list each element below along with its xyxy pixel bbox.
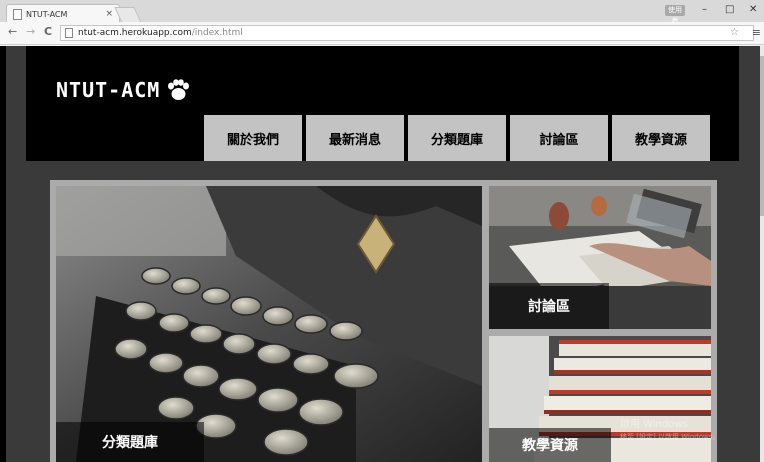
menu-resources[interactable]: 教學資源 (612, 115, 710, 161)
browser-tab[interactable]: NTUT-ACM × (6, 4, 120, 23)
menu-forum[interactable]: 討論區 (510, 115, 608, 161)
menu-problems[interactable]: 分類題庫 (408, 115, 506, 161)
tile-resources-label: 教學資源 (489, 428, 611, 462)
address-bar[interactable]: ntut-acm.herokuapp.com/index.html ☆ (60, 25, 754, 41)
back-icon[interactable]: ← (8, 25, 17, 38)
tile-problems-label: 分類題庫 (56, 422, 204, 462)
site-header: NTUT-ACM 關於我們 最新消息 分類題庫 討論區 教學資源 (26, 46, 739, 161)
page-icon (65, 28, 73, 38)
url-path: /index.html (191, 28, 243, 38)
tab-close-icon[interactable]: × (105, 9, 113, 19)
profile-badge[interactable]: 使用者 (665, 5, 685, 25)
typewriter-image (56, 186, 482, 462)
scrollbar[interactable] (760, 46, 764, 462)
watermark-line2: 移至 [設定] 以啟用 Windows。 (620, 433, 720, 441)
tile-problems[interactable]: 分類題庫 (56, 186, 482, 462)
page-icon (13, 8, 22, 20)
tile-forum[interactable]: 討論區 (489, 186, 711, 329)
menu-about[interactable]: 關於我們 (204, 115, 302, 161)
browser-chrome: NTUT-ACM × 使用者 – □ ✕ ← → C ntut-acm.hero… (0, 0, 764, 46)
maximize-icon[interactable]: □ (725, 4, 734, 15)
reload-icon[interactable]: C (44, 25, 52, 38)
browser-toolbar: ← → C ntut-acm.herokuapp.com/index.html … (0, 22, 764, 45)
forward-icon[interactable]: → (26, 25, 35, 38)
minimize-icon[interactable]: – (702, 4, 707, 15)
windows-activation-watermark: 啟用 Windows 移至 [設定] 以啟用 Windows。 (620, 418, 719, 444)
paw-icon (168, 79, 190, 100)
tile-forum-label: 討論區 (489, 283, 609, 329)
logo-text: NTUT-ACM (56, 78, 161, 102)
browser-menu-icon[interactable]: ≡ (752, 26, 761, 39)
scrollbar-thumb[interactable] (760, 56, 764, 216)
bookmark-star-icon[interactable]: ☆ (730, 26, 739, 40)
site-logo[interactable]: NTUT-ACM (56, 78, 190, 102)
tab-title: NTUT-ACM (26, 9, 68, 19)
close-window-icon[interactable]: ✕ (749, 4, 757, 15)
tab-bar: NTUT-ACM × 使用者 – □ ✕ (0, 0, 764, 25)
url-host: ntut-acm.herokuapp.com (78, 28, 192, 38)
watermark-line1: 啟用 Windows (620, 419, 688, 430)
menu-news[interactable]: 最新消息 (306, 115, 404, 161)
